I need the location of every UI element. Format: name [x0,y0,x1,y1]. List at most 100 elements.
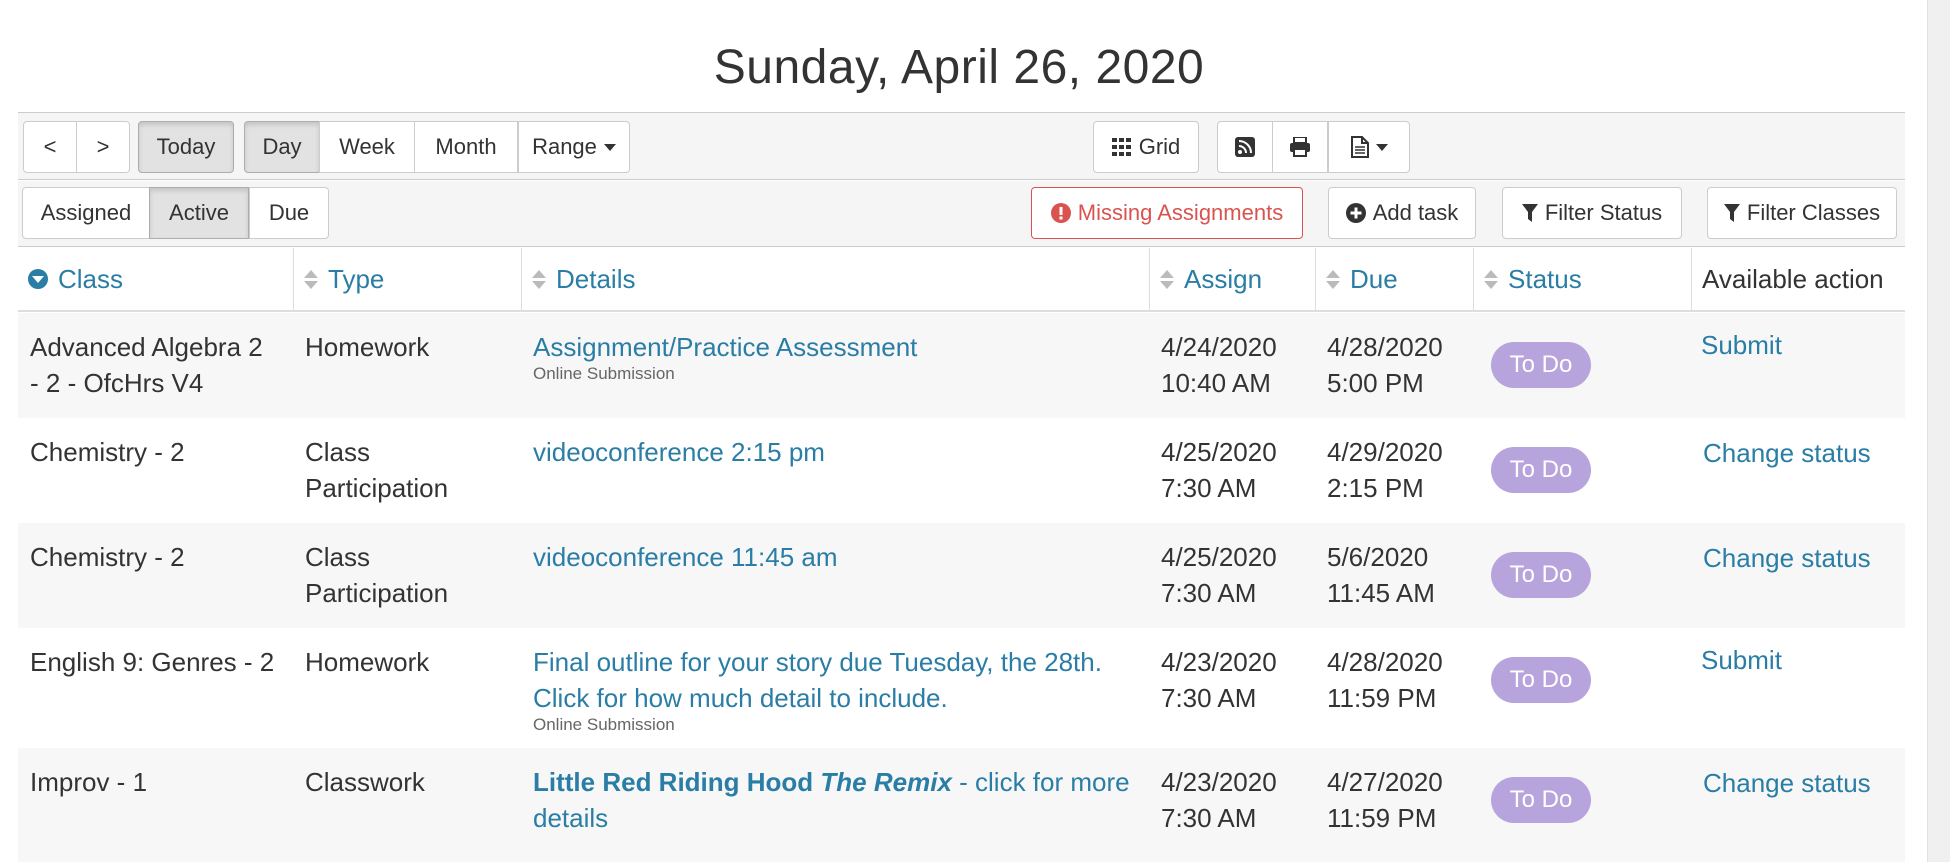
details-cell: videoconference 11:45 am [533,539,838,575]
day-view-button[interactable]: Day [244,121,320,173]
assignment-link[interactable]: Assignment/Practice Assessment [533,332,917,362]
grid-button[interactable]: Grid [1093,121,1199,173]
exclamation-circle-icon [1050,203,1071,223]
sort-desc-icon [28,269,48,289]
month-view-button[interactable]: Month [414,121,518,173]
class-cell: Chemistry - 2 [30,542,185,572]
grid-label: Grid [1138,134,1181,159]
due-header-label: Due [1350,263,1398,294]
print-button[interactable] [1272,121,1328,173]
due-column-header[interactable]: Due [1315,248,1473,310]
details-column-header[interactable]: Details [521,248,1149,310]
table-row: Advanced Algebra 2- 2 - OfcHrs V4 Homewo… [18,313,1905,418]
filter-icon [1723,204,1740,222]
details-cell: Final outline for your story due Tuesday… [533,644,1102,734]
due-date-cell: 4/28/2020 5:00 PM [1327,332,1443,398]
caret-down-icon [603,143,616,151]
action-header-label: Available action [1702,263,1884,294]
sort-icon [1326,269,1340,289]
class-cell: English 9: Genres - 2 [30,647,275,677]
status-column-header[interactable]: Status [1473,248,1691,310]
filter-status-label: Filter Status [1544,200,1663,225]
assign-date-cell: 4/25/2020 7:30 AM [1161,542,1277,608]
type-header-label: Type [328,263,385,294]
filter-classes-button[interactable]: Filter Classes [1707,187,1897,239]
type-cell: Homework [305,647,430,677]
details-header-label: Details [556,263,636,294]
status-badge: To Do [1491,342,1591,388]
sort-icon [304,269,318,289]
change-status-link[interactable]: Change status [1703,768,1871,799]
filter-status-button[interactable]: Filter Status [1502,187,1682,239]
week-view-button[interactable]: Week [319,121,415,173]
type-cell: Classwork [305,767,425,797]
assign-date-cell: 4/23/2020 7:30 AM [1161,647,1277,713]
document-icon [1350,136,1369,158]
filter-icon [1521,204,1538,222]
submit-link[interactable]: Submit [1701,645,1782,676]
assigned-filter-button[interactable]: Assigned [22,187,150,239]
status-badge: To Do [1491,447,1591,493]
sort-icon [1484,269,1498,289]
table-row: English 9: Genres - 2 Homework Final out… [18,628,1905,748]
submit-link[interactable]: Submit [1701,330,1782,361]
due-date-cell: 5/6/2020 11:45 AM [1327,542,1435,608]
class-column-header[interactable]: Class [18,248,293,310]
assign-column-header[interactable]: Assign [1149,248,1315,310]
assignment-link[interactable]: Little Red Riding Hood The Remix - click… [533,767,1130,833]
due-date-cell: 4/28/2020 11:59 PM [1327,647,1443,713]
status-badge: To Do [1491,657,1591,703]
rss-feed-button[interactable] [1217,121,1273,173]
type-cell: Homework [305,332,430,362]
range-dropdown[interactable]: Range [518,121,630,173]
table-row: Chemistry - 2 Class Participation videoco… [18,523,1905,628]
export-dropdown[interactable] [1328,121,1410,173]
action-column-header: Available action [1691,248,1905,310]
calendar-toolbar: < > Today Day Week Month Range Grid [18,112,1905,180]
details-cell: Little Red Riding Hood The Remix - click… [533,764,1130,836]
assignment-link[interactable]: videoconference 2:15 pm [533,437,825,467]
status-header-label: Status [1508,263,1582,294]
add-task-label: Add task [1372,200,1459,225]
grid-icon [1111,138,1131,156]
active-filter-button[interactable]: Active [149,187,249,239]
filter-classes-label: Filter Classes [1746,200,1881,225]
details-cell: Assignment/Practice Assessment Online Su… [533,329,917,383]
filter-toolbar: Assigned Active Due Missing Assignments … [18,181,1905,247]
missing-assignments-label: Missing Assignments [1077,200,1284,225]
class-cell: Chemistry - 2 [30,437,185,467]
page-title: Sunday, April 26, 2020 [713,41,1205,94]
table-row: Chemistry - 2 Class Participation videoco… [18,418,1905,523]
caret-down-icon [1375,143,1388,151]
due-date-cell: 4/29/2020 2:15 PM [1327,437,1443,503]
rss-icon [1235,137,1255,157]
class-cell: Advanced Algebra 2- 2 - OfcHrs V4 [30,332,263,398]
due-filter-button[interactable]: Due [249,187,329,239]
prev-button[interactable]: < [23,121,77,173]
assign-header-label: Assign [1184,263,1263,294]
details-cell: videoconference 2:15 pm [533,434,825,470]
status-badge: To Do [1491,552,1591,598]
range-label: Range [532,134,597,159]
type-cell: Class Participation [305,542,449,608]
today-button[interactable]: Today [138,121,234,173]
add-task-button[interactable]: Add task [1328,187,1476,239]
type-cell: Class Participation [305,437,449,503]
assign-date-cell: 4/24/2020 10:40 AM [1161,332,1277,398]
assignment-link[interactable]: videoconference 11:45 am [533,542,838,572]
missing-assignments-button[interactable]: Missing Assignments [1031,187,1303,239]
change-status-link[interactable]: Change status [1703,543,1871,574]
status-badge: To Do [1491,777,1591,823]
assign-date-cell: 4/23/2020 7:30 AM [1161,767,1277,833]
type-column-header[interactable]: Type [293,248,521,310]
next-button[interactable]: > [76,121,130,173]
plus-circle-icon [1345,203,1366,223]
class-cell: Improv - 1 [30,767,148,797]
due-date-cell: 4/27/2020 11:59 PM [1327,767,1443,833]
change-status-link[interactable]: Change status [1703,438,1871,469]
class-header-label: Class [58,263,124,294]
scrollbar[interactable] [1927,0,1950,862]
assignment-link[interactable]: Final outline for your story due Tuesday… [533,647,1102,713]
sort-icon [1160,269,1174,289]
table-row: Improv - 1 Classwork Little Red Riding H… [18,748,1905,862]
